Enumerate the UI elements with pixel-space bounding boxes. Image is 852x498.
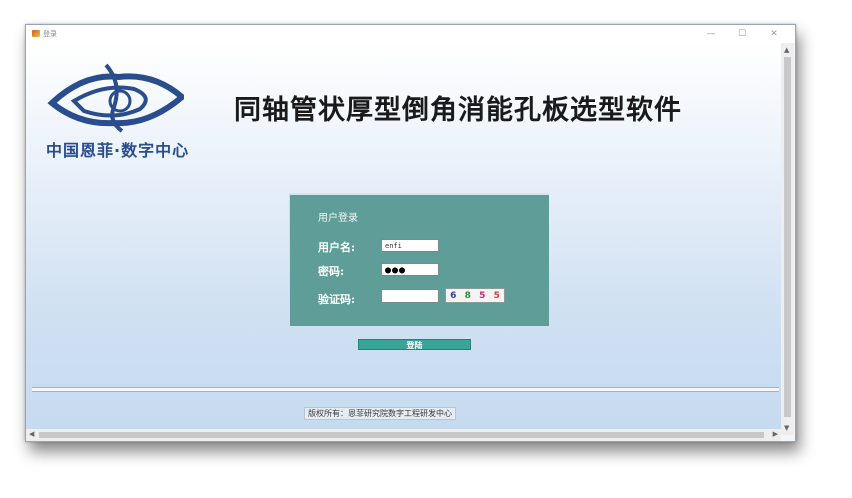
client-area: 中国恩菲·数字中心 同轴管状厚型倒角消能孔板选型软件 用户登录 用户名: enf…: [26, 43, 781, 435]
vertical-scrollbar[interactable]: ▲ ▼: [781, 43, 794, 435]
captcha-char: 8: [464, 290, 471, 301]
scroll-right-icon[interactable]: ▶: [773, 430, 778, 438]
maximize-button[interactable]: ☐: [733, 27, 751, 41]
username-field[interactable]: enfi: [381, 239, 439, 252]
vertical-scroll-thumb[interactable]: [784, 57, 791, 417]
org-name: 中国恩菲·数字中心: [46, 141, 190, 160]
app-icon: [32, 30, 40, 37]
captcha-field[interactable]: [381, 289, 439, 303]
password-field[interactable]: ●●●: [381, 263, 439, 276]
login-button[interactable]: 登陆: [358, 339, 471, 350]
divider: [32, 387, 779, 392]
scroll-up-icon[interactable]: ▲: [784, 46, 789, 54]
horizontal-scrollbar[interactable]: ◀ ▶: [26, 429, 781, 441]
scroll-left-icon[interactable]: ◀: [29, 430, 34, 438]
scroll-down-icon[interactable]: ▼: [784, 424, 789, 432]
password-label: 密码:: [318, 265, 345, 278]
captcha-image[interactable]: 6 8 5 5: [445, 288, 505, 303]
close-button[interactable]: ✕: [765, 27, 783, 41]
captcha-char: 5: [493, 290, 500, 301]
login-window: 登录 — ☐ ✕ 中国恩菲·数字中心 同轴管状厚型倒角消能孔板选型软件 用户登录…: [25, 24, 796, 442]
login-panel: 用户登录 用户名: enfi 密码: ●●● 验证码: 6 8 5 5: [289, 193, 549, 326]
captcha-label: 验证码:: [318, 293, 356, 306]
captcha-char: 6: [450, 290, 457, 301]
eye-logo-icon: [47, 63, 184, 133]
username-label: 用户名:: [318, 241, 356, 254]
title-bar: 登录 — ☐ ✕: [26, 25, 795, 43]
captcha-char: 5: [479, 290, 486, 301]
minimize-button[interactable]: —: [702, 27, 720, 41]
copyright-text: 版权所有：恩菲研究院数字工程研发中心: [304, 407, 456, 420]
login-panel-title: 用户登录: [318, 213, 358, 224]
app-title: 同轴管状厚型倒角消能孔板选型软件: [234, 95, 682, 126]
horizontal-scroll-thumb[interactable]: [39, 432, 764, 438]
window-title: 登录: [43, 30, 57, 38]
